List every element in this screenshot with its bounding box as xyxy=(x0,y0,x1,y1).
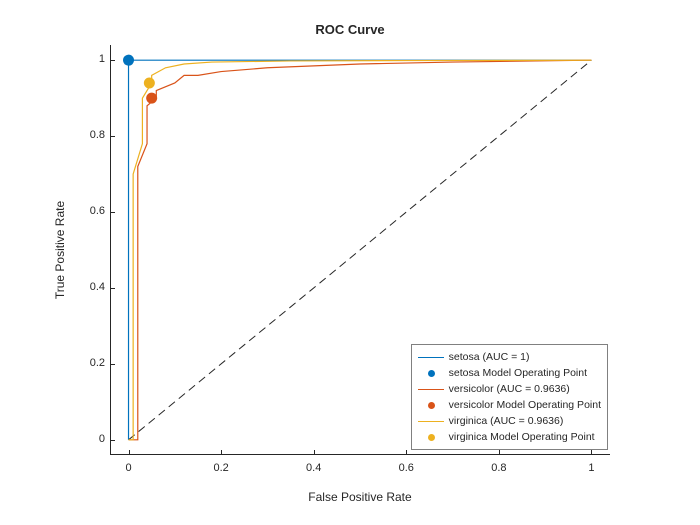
legend-label: setosa Model Operating Point xyxy=(449,367,587,379)
legend-line-icon xyxy=(418,382,444,396)
legend-label: versicolor (AUC = 0.9636) xyxy=(449,383,570,395)
legend-marker-icon xyxy=(418,398,444,412)
x-tick-label: 0.8 xyxy=(479,462,519,474)
legend-label: virginica Model Operating Point xyxy=(449,431,595,443)
y-tick-mark xyxy=(110,136,115,137)
y-tick-label: 0.8 xyxy=(65,129,105,141)
y-axis-label: True Positive Rate xyxy=(52,45,68,455)
y-tick-label: 0.6 xyxy=(65,205,105,217)
chart-title: ROC Curve xyxy=(0,22,700,37)
legend-line-icon xyxy=(418,414,444,428)
legend-line-icon xyxy=(418,350,444,364)
x-tick-label: 0.2 xyxy=(201,462,241,474)
y-tick-mark xyxy=(110,364,115,365)
operating-point-marker xyxy=(144,77,155,88)
operating-point-marker xyxy=(146,93,157,104)
y-tick-label: 0 xyxy=(65,433,105,445)
legend-entry: virginica (AUC = 0.9636) xyxy=(418,413,601,429)
legend-label: virginica (AUC = 0.9636) xyxy=(449,415,564,427)
legend-label: versicolor Model Operating Point xyxy=(449,399,601,411)
y-tick-mark xyxy=(110,60,115,61)
legend-marker-icon xyxy=(418,366,444,380)
x-tick-mark xyxy=(129,450,130,455)
legend-entry: setosa (AUC = 1) xyxy=(418,349,601,365)
y-tick-label: 1 xyxy=(65,53,105,65)
x-tick-mark xyxy=(591,450,592,455)
legend-entry: setosa Model Operating Point xyxy=(418,365,601,381)
x-tick-label: 0 xyxy=(109,462,149,474)
x-axis-label: False Positive Rate xyxy=(110,490,610,504)
legend-marker-icon xyxy=(418,430,444,444)
y-tick-mark xyxy=(110,212,115,213)
y-tick-label: 0.2 xyxy=(65,357,105,369)
operating-point-marker xyxy=(123,55,134,66)
legend: setosa (AUC = 1) setosa Model Operating P… xyxy=(411,344,608,450)
x-tick-label: 1 xyxy=(571,462,611,474)
x-tick-label: 0.4 xyxy=(294,462,334,474)
x-tick-mark xyxy=(314,450,315,455)
legend-entry: versicolor (AUC = 0.9636) xyxy=(418,381,601,397)
legend-entry: virginica Model Operating Point xyxy=(418,429,601,445)
x-tick-mark xyxy=(406,450,407,455)
y-tick-label: 0.4 xyxy=(65,281,105,293)
x-tick-mark xyxy=(499,450,500,455)
x-tick-mark xyxy=(221,450,222,455)
legend-entry: versicolor Model Operating Point xyxy=(418,397,601,413)
figure: ROC Curve False Positive Rate True Posit… xyxy=(0,0,700,525)
y-tick-mark xyxy=(110,440,115,441)
legend-label: setosa (AUC = 1) xyxy=(449,351,530,363)
y-tick-mark xyxy=(110,288,115,289)
x-tick-label: 0.6 xyxy=(386,462,426,474)
